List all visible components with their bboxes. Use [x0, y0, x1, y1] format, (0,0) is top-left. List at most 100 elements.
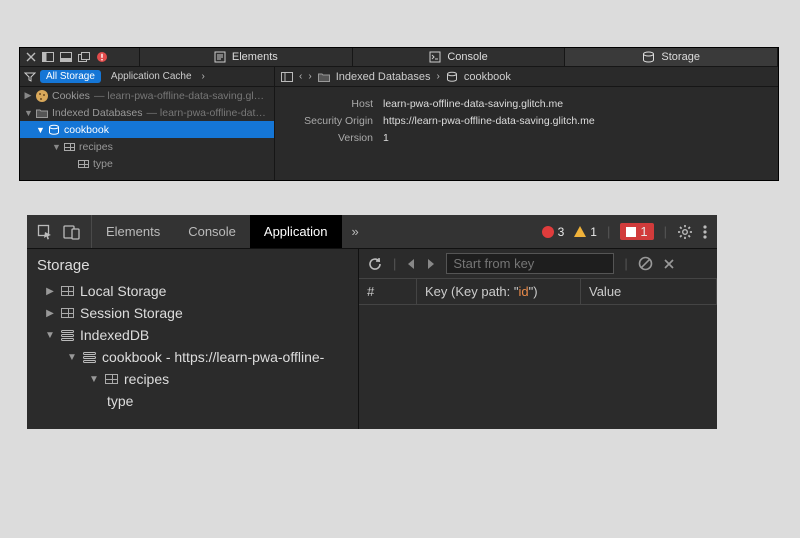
- disclosure-triangle-icon[interactable]: ▼: [52, 142, 60, 152]
- gear-icon[interactable]: [677, 224, 693, 240]
- breadcrumb-item[interactable]: Indexed Databases: [336, 71, 431, 83]
- tree-row-cookies[interactable]: ▶ Cookies — learn-pwa-offline-data-savin…: [20, 87, 274, 104]
- tree-row-recipes-store[interactable]: ▼ recipes: [27, 368, 358, 390]
- breadcrumb-item[interactable]: cookbook: [464, 71, 511, 83]
- warning-icon: [574, 226, 586, 237]
- dock-left-icon[interactable]: [42, 52, 54, 62]
- disclosure-triangle-icon[interactable]: ▼: [67, 352, 77, 363]
- database-icon: [48, 124, 60, 136]
- cookie-icon: [36, 90, 48, 102]
- tab-label: Console: [188, 224, 236, 239]
- tree-row-cookbook-db[interactable]: ▼ cookbook - https://learn-pwa-offline-: [27, 346, 358, 368]
- tree-row-local-storage[interactable]: ▶ Local Storage: [27, 280, 358, 302]
- tab-console[interactable]: Console: [353, 48, 566, 66]
- sidebar-toggle-icon[interactable]: [281, 72, 293, 82]
- col-text: "): [529, 284, 538, 299]
- close-icon[interactable]: [26, 52, 36, 62]
- disclosure-triangle-icon[interactable]: ▶: [45, 308, 55, 319]
- error-icon: [542, 226, 554, 238]
- safari-db-details: Host learn-pwa-offline-data-saving.glitch…: [275, 87, 778, 180]
- column-header-value[interactable]: Value: [581, 279, 717, 304]
- col-text: Key (Key path: ": [425, 284, 519, 299]
- tree-label: type: [107, 393, 133, 409]
- filter-application-cache[interactable]: Application Cache: [105, 70, 198, 83]
- tree-row-session-storage[interactable]: ▶ Session Storage: [27, 302, 358, 324]
- chevron-double-right-icon: »: [352, 224, 359, 239]
- tree-label: recipes: [79, 141, 113, 153]
- start-key-input[interactable]: [446, 253, 614, 274]
- count: 3: [558, 225, 565, 239]
- tree-label: Indexed Databases: [52, 107, 142, 119]
- tree-row-indexed-databases[interactable]: ▼ Indexed Databases — learn-pwa-offline-…: [20, 104, 274, 121]
- sidebar-section-title: Storage: [27, 255, 358, 280]
- keypath-value: id: [519, 284, 529, 299]
- disclosure-triangle-icon[interactable]: ▼: [24, 108, 32, 118]
- filter-icon[interactable]: [24, 72, 36, 82]
- storage-grid-icon: [61, 308, 74, 318]
- chevron-right-icon: ›: [436, 71, 439, 82]
- table-icon: [78, 160, 89, 168]
- tree-row-recipes-store[interactable]: ▼ recipes: [20, 138, 274, 155]
- issue-icon: [626, 227, 636, 237]
- column-header-key[interactable]: Key (Key path: "id"): [417, 279, 581, 304]
- detail-key: Version: [287, 132, 373, 144]
- prev-page-icon[interactable]: [406, 258, 416, 270]
- count: 1: [640, 224, 647, 239]
- issue-count[interactable]: 1: [620, 223, 653, 240]
- inspect-icon[interactable]: [37, 224, 53, 240]
- chrome-application-sidebar: Storage ▶ Local Storage ▶ Session Storag…: [27, 249, 359, 429]
- safari-filter-bar: All Storage Application Cache ›: [20, 67, 275, 86]
- database-icon: [83, 352, 96, 363]
- folder-icon: [36, 108, 48, 118]
- table-icon: [105, 374, 118, 384]
- disclosure-triangle-icon[interactable]: ▶: [45, 286, 55, 297]
- tab-console[interactable]: Console: [174, 215, 250, 248]
- tab-label: Elements: [232, 51, 278, 63]
- tab-storage[interactable]: Storage: [565, 48, 778, 66]
- count: 1: [590, 225, 597, 239]
- clear-store-icon[interactable]: [638, 256, 653, 271]
- tree-label: IndexedDB: [80, 327, 149, 343]
- filter-all-storage[interactable]: All Storage: [40, 70, 101, 83]
- storage-icon: [642, 51, 655, 63]
- next-page-icon[interactable]: [426, 258, 436, 270]
- disclosure-triangle-icon[interactable]: ▼: [36, 125, 44, 135]
- tree-row-cookbook-db[interactable]: ▼ cookbook: [20, 121, 274, 138]
- chevron-right-icon[interactable]: ›: [202, 71, 205, 82]
- folder-icon: [318, 72, 330, 82]
- chrome-status-area: 3 1 | 1 |: [532, 215, 717, 248]
- safari-storage-tree: ▶ Cookies — learn-pwa-offline-data-savin…: [20, 87, 275, 180]
- safari-breadcrumb-bar: ‹ › Indexed Databases › cookbook: [275, 67, 778, 86]
- warning-count[interactable]: 1: [574, 225, 597, 239]
- close-icon[interactable]: [663, 258, 675, 270]
- detail-key: Host: [287, 98, 373, 110]
- kebab-menu-icon[interactable]: [703, 224, 707, 240]
- detail-value: 1: [383, 132, 389, 144]
- table-icon: [64, 143, 75, 151]
- refresh-icon[interactable]: [367, 256, 383, 272]
- tree-row-type-index[interactable]: type: [20, 155, 274, 172]
- tabs-overflow[interactable]: »: [342, 215, 369, 248]
- tab-elements[interactable]: Elements: [92, 215, 174, 248]
- database-icon: [61, 330, 74, 341]
- safari-devtools-panel: Elements Console Storage All Storage App…: [19, 47, 779, 181]
- tree-row-type-index[interactable]: type: [27, 390, 358, 412]
- disclosure-triangle-icon[interactable]: ▶: [24, 90, 32, 101]
- detail-value: learn-pwa-offline-data-saving.glitch.me: [383, 98, 563, 110]
- device-toggle-icon[interactable]: [63, 224, 81, 240]
- nav-forward-icon[interactable]: ›: [308, 71, 311, 82]
- error-indicator-icon[interactable]: [96, 51, 108, 63]
- tree-row-indexeddb[interactable]: ▼ IndexedDB: [27, 324, 358, 346]
- tab-application[interactable]: Application: [250, 215, 342, 248]
- tab-label: Application: [264, 224, 328, 239]
- safari-tab-bar: Elements Console Storage: [20, 48, 778, 67]
- tree-label: Local Storage: [80, 283, 166, 299]
- disclosure-triangle-icon[interactable]: ▼: [45, 330, 55, 341]
- disclosure-triangle-icon[interactable]: ▼: [89, 374, 99, 385]
- error-count[interactable]: 3: [542, 225, 565, 239]
- column-header-index[interactable]: #: [359, 279, 417, 304]
- popout-icon[interactable]: [78, 52, 90, 62]
- nav-back-icon[interactable]: ‹: [299, 71, 302, 82]
- tab-elements[interactable]: Elements: [140, 48, 353, 66]
- dock-bottom-icon[interactable]: [60, 52, 72, 62]
